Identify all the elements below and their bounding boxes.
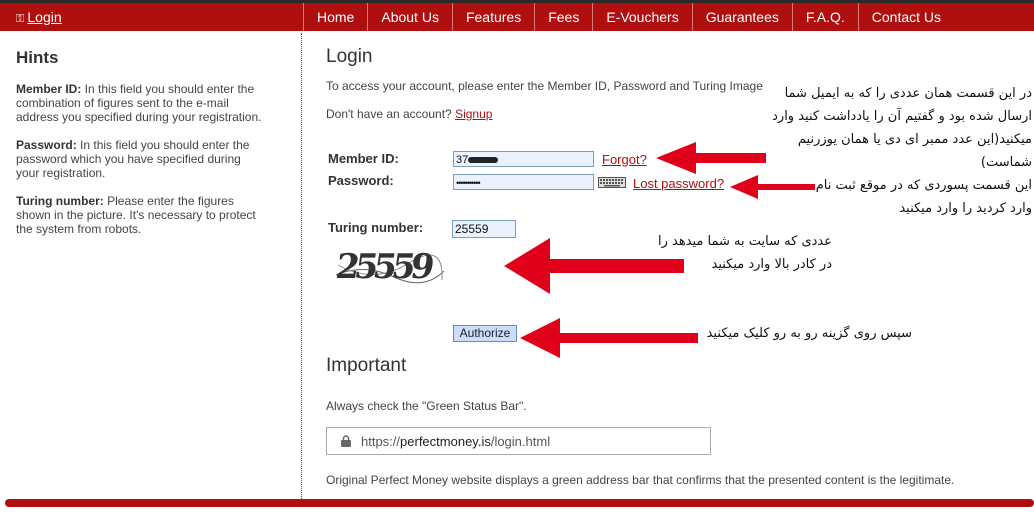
- authorize-button[interactable]: Authorize: [453, 325, 517, 342]
- turing-label: Turing number:: [328, 220, 424, 235]
- hint-turing: Turing number: Please enter the figures …: [16, 194, 266, 236]
- nav-contact-us[interactable]: Contact Us: [859, 3, 954, 31]
- no-account-row: Don't have an account? Signup: [326, 107, 492, 121]
- example-address-bar: https://perfectmoney.is/login.html: [326, 427, 711, 455]
- annotation-password: این قسمت پسوردی که در موقع ثبت نام وارد …: [780, 174, 1032, 220]
- url-prefix: https://: [361, 434, 401, 449]
- hint-turing-label: Turing number:: [16, 194, 104, 208]
- lost-password-link[interactable]: Lost password?: [633, 176, 724, 191]
- header-login-label: Login: [27, 9, 62, 25]
- hint-password: Password: In this field you should enter…: [16, 138, 266, 180]
- password-label: Password:: [328, 173, 394, 188]
- hint-member-id-label: Member ID:: [16, 82, 82, 96]
- nav-e-vouchers[interactable]: E-Vouchers: [593, 3, 691, 31]
- nav-features[interactable]: Features: [453, 3, 534, 31]
- arrow-left-icon: [504, 238, 684, 294]
- nav-fees[interactable]: Fees: [535, 3, 592, 31]
- annotation-password-line2: وارد کردید را وارد میکنید: [899, 201, 1032, 216]
- header-login-link[interactable]: ⚿ Login: [16, 9, 62, 26]
- arrow-left-icon: [520, 318, 698, 358]
- hints-title: Hints: [16, 48, 59, 67]
- example-url: https://perfectmoney.is/login.html: [361, 434, 550, 449]
- login-title: Login: [326, 46, 373, 67]
- nav-guarantees[interactable]: Guarantees: [693, 3, 792, 31]
- footer-bar: [5, 499, 1034, 507]
- url-domain: perfectmoney.is: [400, 434, 491, 449]
- captcha-text: 25559: [333, 247, 433, 287]
- key-icon: ⚿: [16, 13, 25, 25]
- lock-icon: [341, 435, 351, 447]
- nav-about-us[interactable]: About Us: [368, 3, 452, 31]
- nav-home[interactable]: Home: [304, 3, 367, 31]
- password-input[interactable]: •••••••••••: [453, 174, 594, 190]
- signup-link[interactable]: Signup: [455, 107, 492, 121]
- captcha-image: 25559: [333, 245, 446, 290]
- important-title: Important: [326, 355, 407, 376]
- url-path: /login.html: [490, 434, 551, 449]
- green-bar-notice: Always check the "Green Status Bar".: [326, 399, 527, 413]
- nav-faq[interactable]: F.A.Q.: [793, 3, 858, 31]
- main-nav: Home About Us Features Fees E-Vouchers G…: [303, 3, 954, 31]
- arrow-left-icon: [656, 142, 766, 174]
- hint-password-label: Password:: [16, 138, 77, 152]
- virtual-keyboard-icon[interactable]: [598, 177, 626, 188]
- arrow-left-icon: [730, 175, 815, 199]
- hint-member-id: Member ID: In this field you should ente…: [16, 82, 266, 124]
- original-site-notice: Original Perfect Money website displays …: [326, 473, 955, 487]
- annotation-password-line1: این قسمت پسوردی که در موقع ثبت نام: [815, 178, 1032, 193]
- hints-sidebar: Hints Member ID: In this field you shoul…: [16, 48, 266, 250]
- annotation-member-id-line1: در این قسمت همان عددی را که به ایمیل شما: [784, 86, 1032, 101]
- no-account-text: Don't have an account?: [326, 107, 452, 121]
- member-id-input[interactable]: 37: [453, 151, 594, 167]
- member-id-label: Member ID:: [328, 151, 399, 166]
- redaction-scribble: [468, 157, 499, 164]
- member-id-value: 37: [456, 154, 469, 166]
- annotation-member-id-line2: ارسال شده بود و گفتیم آن را یادداشت کنید…: [772, 109, 1032, 124]
- turing-input[interactable]: 25559: [452, 220, 516, 238]
- column-divider: [301, 33, 302, 501]
